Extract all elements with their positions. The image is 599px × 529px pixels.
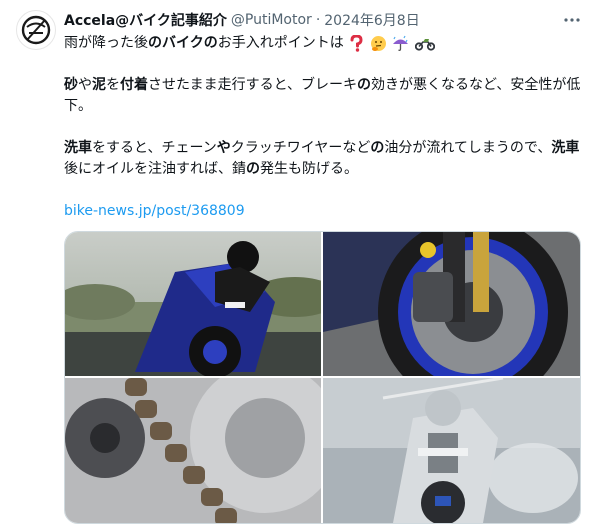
text-span-bold: や <box>216 140 231 156</box>
question-mark-emoji <box>350 34 363 52</box>
paragraph-2: 砂や泥を付着させたまま走行すると、ブレーキの効きが悪くなるなど、安全性が低下。 <box>64 75 584 117</box>
media-front-brake[interactable] <box>323 232 580 376</box>
thinking-face-emoji <box>370 35 386 51</box>
author-name[interactable]: Accela@バイク記事紹介 <box>64 10 227 30</box>
media-blue-motorcycle[interactable] <box>65 232 321 376</box>
umbrella-rain-emoji <box>393 35 409 51</box>
text-span-bold: 洗車 <box>551 140 580 156</box>
article-link[interactable]: bike-news.jp/post/368809 <box>64 203 245 219</box>
motorcycle-emoji <box>414 38 435 51</box>
text-span: お手入れポイントは <box>217 35 344 51</box>
text-span: 雨が降った後 <box>64 35 148 51</box>
text-span: をすると、チェーン <box>92 140 217 156</box>
text-span-bold: 洗車 <box>64 140 92 156</box>
text-span: 後にオイルを注油すれば、錆 <box>64 161 246 177</box>
avatar[interactable] <box>16 10 56 50</box>
link-line: bike-news.jp/post/368809 <box>64 201 584 222</box>
tweet-header: Accela@バイク記事紹介 @PutiMotor · 2024年6月8日 <box>64 10 420 30</box>
helmet-logo-icon <box>21 15 51 45</box>
text-span-bold: 付着 <box>120 77 148 93</box>
text-span: を <box>106 77 120 93</box>
media-pressure-wash[interactable] <box>323 378 580 523</box>
media-grid <box>64 231 581 524</box>
tweet-text: 雨が降った後のバイクのお手入れポイントは 砂や泥を付着させたまま走行すると、ブレ… <box>64 33 584 222</box>
text-line-1: 雨が降った後のバイクのお手入れポイントは <box>64 33 584 54</box>
media-drive-chain[interactable] <box>65 378 321 523</box>
paragraph-3: 洗車をすると、チェーンやクラッチワイヤーなどの油分が流れてしまうので、洗車後にオ… <box>64 138 584 180</box>
text-span: させたまま走行すると、ブレーキ <box>148 77 358 93</box>
more-options-icon[interactable] <box>562 10 582 30</box>
text-span: 発生も防げる。 <box>260 161 358 177</box>
separator-dot: · <box>315 12 321 28</box>
post-date[interactable]: 2024年6月8日 <box>324 10 419 30</box>
text-span: や <box>78 77 92 93</box>
text-span: クラッチワイヤーなど <box>230 140 371 156</box>
text-span-bold: のバイクの <box>148 35 218 51</box>
author-handle[interactable]: @PutiMotor <box>231 12 312 28</box>
text-span-bold: の <box>357 77 372 93</box>
text-span-bold: の <box>246 161 260 177</box>
text-span: 油分が流れてしまうので、 <box>384 140 552 156</box>
text-span-bold: の <box>370 140 385 156</box>
text-span-bold: 砂 <box>64 77 78 93</box>
text-span-bold: 泥 <box>92 77 106 93</box>
